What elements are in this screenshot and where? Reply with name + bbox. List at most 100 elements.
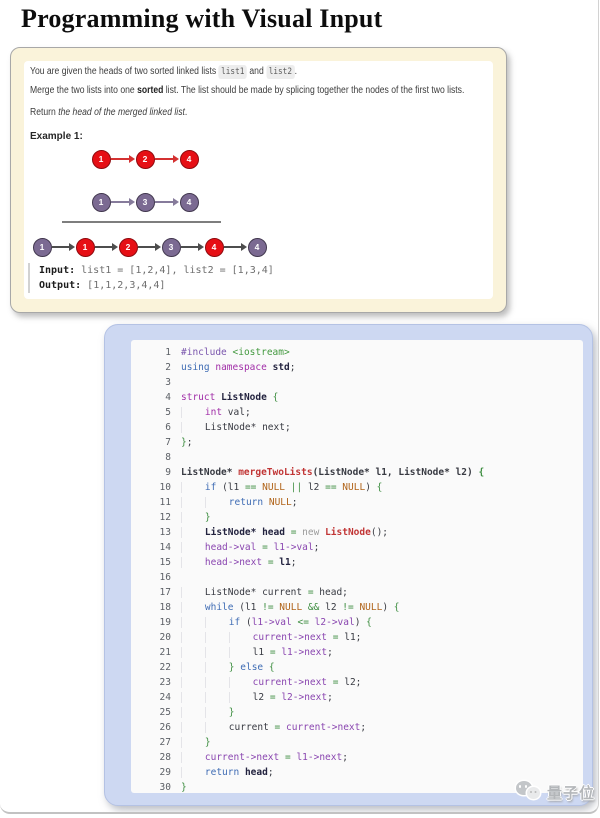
arrowhead-icon [198,243,204,251]
qbitai-watermark: 量子位 [515,781,595,803]
list-node: 4 [247,237,267,257]
line-number: 2 [165,362,171,373]
problem-card: You are given the heads of two sorted li… [10,47,507,313]
arrowhead-icon [241,243,247,251]
example-io-block: Input: list1 = [1,2,4], list2 = [1,3,4] … [28,263,274,293]
wechat-bubbles-icon [515,781,544,803]
arrowhead-icon [155,243,161,251]
line-number: 26 [159,722,171,733]
arrow [155,158,173,160]
list-node: 1 [91,192,111,212]
arrowhead-icon [173,155,179,163]
code-line: 24 l2 = l2->next; [137,690,583,705]
arrow [111,158,129,160]
code-line: 18 while (l1 != NULL && l2 != NULL) { [137,600,583,615]
code-line: 2 using namespace std; [137,360,583,375]
line-number: 29 [159,767,171,778]
code-line: 15 head->next = l1; [137,555,583,570]
code-line: 28 current->next = l1->next; [137,750,583,765]
problem-content: You are given the heads of two sorted li… [24,61,493,299]
code-line: 19 if (l1->val <= l2->val) { [137,615,583,630]
line-number: 7 [165,437,171,448]
code-panel: 1 #include <iostream> 2 using namespace std… [104,324,593,806]
arrowhead-icon [129,155,135,163]
line-number: 11 [159,497,171,508]
code-line: 13 ListNode* head = new ListNode(); [137,525,583,540]
code-line: 29 return head; [137,765,583,780]
line-number: 6 [165,422,171,433]
line-number: 18 [159,602,171,613]
line-number: 30 [159,782,171,793]
line-number: 28 [159,752,171,763]
list-node: 1 [75,237,95,257]
line-number: 15 [159,557,171,568]
line-number: 12 [159,512,171,523]
io-output-row: Output: [1,1,2,3,4,4] [39,278,274,293]
line-number: 23 [159,677,171,688]
code-line: 11 return NULL; [137,495,583,510]
code-line: 5 int val; [137,405,583,420]
page: Programming with Visual Input You are gi… [0,0,599,814]
code-line: 9 ListNode* mergeTwoLists(ListNode* l1, L… [137,465,583,480]
line-number: 8 [165,452,171,463]
output-value: [1,1,2,3,4,4] [81,280,166,291]
arrow [224,246,241,248]
list-node: 2 [135,149,155,169]
line-number: 20 [159,632,171,643]
code-line: 1 #include <iostream> [137,345,583,360]
code-line: 16 [137,570,583,585]
list-node: 2 [118,237,138,257]
code-line: 20 current->next = l1; [137,630,583,645]
line-number: 14 [159,542,171,553]
list-node: 4 [179,192,199,212]
code-line: 7}; [137,435,583,450]
code-line: 8 [137,450,583,465]
code-lines: 1 #include <iostream> 2 using namespace std… [131,340,583,793]
code-line: 23 current->next = l2; [137,675,583,690]
arrow [138,246,155,248]
io-input-row: Input: list1 = [1,2,4], list2 = [1,3,4] [39,263,274,278]
line-number: 10 [159,482,171,493]
code-line: 12 } [137,510,583,525]
line-number: 13 [159,527,171,538]
line-number: 16 [159,572,171,583]
arrow [52,246,69,248]
code-line: 3 [137,375,583,390]
code-line: 25 } [137,705,583,720]
line-number: 3 [165,377,171,388]
watermark-text: 量子位 [546,784,595,802]
line-number: 27 [159,737,171,748]
code-line: 22 } else { [137,660,583,675]
arrowhead-icon [173,198,179,206]
arrowhead-icon [129,198,135,206]
code-line: 10 if (l1 == NULL || l2 == NULL) { [137,480,583,495]
line-number: 9 [165,467,171,478]
list-node: 4 [179,149,199,169]
arrow [155,201,173,203]
line-number: 21 [159,647,171,658]
code-line: 4 struct ListNode { [137,390,583,405]
line-number: 17 [159,587,171,598]
input-label: Input: [39,265,76,276]
line-number: 25 [159,707,171,718]
code-line: 6 ListNode* next; [137,420,583,435]
line-number: 22 [159,662,171,673]
list-node: 3 [135,192,155,212]
code-line: 26 current = current->next; [137,720,583,735]
arrow [181,246,198,248]
line-number: 1 [165,347,171,358]
line-number: 4 [165,392,171,403]
input-value: list1 = [1,2,4], list2 = [1,3,4] [75,265,274,276]
list-node: 3 [161,237,181,257]
code-line: 21 l1 = l1->next; [137,645,583,660]
arrow [111,201,129,203]
arrowhead-icon [112,243,118,251]
code-line: 17 ListNode* current = head; [137,585,583,600]
line-number: 19 [159,617,171,628]
arrow [95,246,112,248]
output-label: Output: [39,280,82,291]
diagram-divider [62,221,221,223]
list-node: 1 [91,149,111,169]
page-title: Programming with Visual Input [21,4,383,33]
list-node: 4 [204,237,224,257]
